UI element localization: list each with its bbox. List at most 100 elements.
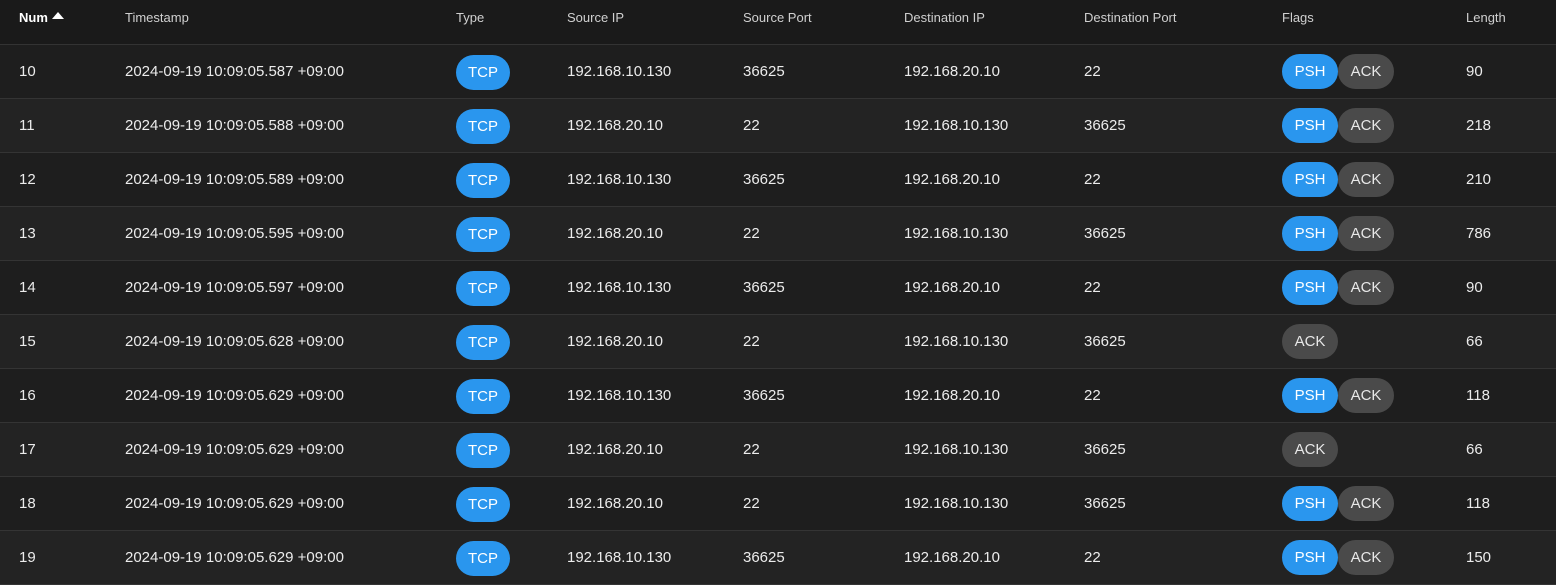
cell-length: 90 [1466,63,1483,80]
type-badge: TCP [456,540,510,576]
cell-source-ip: 192.168.10.130 [567,549,672,566]
cell-length: 66 [1466,441,1483,458]
flag-badge-ack: ACK [1338,378,1394,413]
cell-flags: PSH ACK [1282,531,1394,584]
cell-length: 150 [1466,549,1492,566]
cell-destination-ip: 192.168.10.130 [904,441,1009,458]
cell-type: TCP [456,477,510,530]
column-header-label: Num [19,10,48,25]
cell-timestamp: 2024-09-19 10:09:05.589 +09:00 [125,171,344,188]
cell-timestamp: 2024-09-19 10:09:05.597 +09:00 [125,279,344,296]
flag-badge-ack: ACK [1338,216,1394,251]
cell-destination-port: 36625 [1084,225,1126,242]
cell-timestamp: 2024-09-19 10:09:05.629 +09:00 [125,441,344,458]
table-row[interactable]: 17 2024-09-19 10:09:05.629 +09:00 TCP 192.1… [0,423,1556,477]
cell-flags: PSH ACK [1282,477,1394,530]
cell-length: 90 [1466,279,1483,296]
cell-source-ip: 192.168.20.10 [567,333,663,350]
cell-destination-ip: 192.168.20.10 [904,387,1000,404]
cell-flags: PSH ACK [1282,369,1394,422]
cell-destination-port: 22 [1084,171,1101,188]
table-body: 10 2024-09-19 10:09:05.587 +09:00 TCP 192.1… [0,45,1556,585]
cell-num: 13 [19,225,36,242]
cell-source-ip: 192.168.20.10 [567,225,663,242]
cell-destination-ip: 192.168.10.130 [904,225,1009,242]
cell-timestamp: 2024-09-19 10:09:05.587 +09:00 [125,63,344,80]
cell-num: 14 [19,279,36,296]
cell-type: TCP [456,153,510,206]
cell-type: TCP [456,423,510,476]
column-header-flags[interactable]: Flags [1282,0,1314,36]
column-header-source-port[interactable]: Source Port [743,0,812,36]
cell-source-port: 36625 [743,549,785,566]
column-header-source-ip[interactable]: Source IP [567,0,624,36]
cell-timestamp: 2024-09-19 10:09:05.629 +09:00 [125,495,344,512]
cell-num: 15 [19,333,36,350]
table-row[interactable]: 12 2024-09-19 10:09:05.589 +09:00 TCP 192.1… [0,153,1556,207]
cell-source-port: 36625 [743,171,785,188]
flag-badge-psh: PSH [1282,54,1338,89]
cell-timestamp: 2024-09-19 10:09:05.588 +09:00 [125,117,344,134]
type-badge: TCP [456,54,510,90]
cell-destination-ip: 192.168.10.130 [904,117,1009,134]
sort-ascending-icon[interactable] [51,12,64,19]
cell-num: 12 [19,171,36,188]
cell-type: TCP [456,315,510,368]
column-header-timestamp[interactable]: Timestamp [125,0,189,36]
cell-source-port: 36625 [743,387,785,404]
table-row[interactable]: 19 2024-09-19 10:09:05.629 +09:00 TCP 192.1… [0,531,1556,585]
type-badge: TCP [456,432,510,468]
cell-source-ip: 192.168.20.10 [567,495,663,512]
cell-destination-ip: 192.168.20.10 [904,171,1000,188]
cell-source-ip: 192.168.10.130 [567,387,672,404]
cell-destination-ip: 192.168.10.130 [904,333,1009,350]
table-row[interactable]: 18 2024-09-19 10:09:05.629 +09:00 TCP 192.1… [0,477,1556,531]
flag-badge-ack: ACK [1338,486,1394,521]
cell-flags: ACK [1282,315,1338,368]
cell-source-port: 22 [743,333,760,350]
column-header-length[interactable]: Length [1466,0,1506,36]
flag-badge-ack: ACK [1338,108,1394,143]
table-row[interactable]: 10 2024-09-19 10:09:05.587 +09:00 TCP 192.1… [0,45,1556,99]
cell-flags: ACK [1282,423,1338,476]
column-header-destination-port[interactable]: Destination Port [1084,0,1177,36]
column-header-destination-ip[interactable]: Destination IP [904,0,985,36]
table-row[interactable]: 14 2024-09-19 10:09:05.597 +09:00 TCP 192.1… [0,261,1556,315]
cell-destination-ip: 192.168.20.10 [904,549,1000,566]
cell-type: TCP [456,261,510,314]
flag-badge-psh: PSH [1282,378,1338,413]
flag-badge-ack: ACK [1282,432,1338,467]
cell-num: 10 [19,63,36,80]
table-row[interactable]: 16 2024-09-19 10:09:05.629 +09:00 TCP 192.1… [0,369,1556,423]
table-row[interactable]: 11 2024-09-19 10:09:05.588 +09:00 TCP 192.1… [0,99,1556,153]
column-header-type[interactable]: Type [456,0,484,36]
cell-source-ip: 192.168.20.10 [567,441,663,458]
cell-num: 16 [19,387,36,404]
cell-type: TCP [456,207,510,260]
table-row[interactable]: 15 2024-09-19 10:09:05.628 +09:00 TCP 192.1… [0,315,1556,369]
type-badge: TCP [456,216,510,252]
cell-source-ip: 192.168.10.130 [567,279,672,296]
packet-table: Num Timestamp Type Source IP Source Port… [0,0,1556,585]
table-row[interactable]: 13 2024-09-19 10:09:05.595 +09:00 TCP 192.1… [0,207,1556,261]
type-badge: TCP [456,162,510,198]
cell-timestamp: 2024-09-19 10:09:05.629 +09:00 [125,387,344,404]
cell-flags: PSH ACK [1282,261,1394,314]
cell-timestamp: 2024-09-19 10:09:05.629 +09:00 [125,549,344,566]
flag-badge-ack: ACK [1338,162,1394,197]
cell-destination-port: 22 [1084,279,1101,296]
cell-length: 118 [1466,495,1490,512]
cell-length: 210 [1466,171,1492,188]
flag-badge-psh: PSH [1282,540,1338,575]
column-header-num[interactable]: Num [19,0,64,36]
cell-source-ip: 192.168.20.10 [567,117,663,134]
type-badge: TCP [456,270,510,306]
cell-type: TCP [456,45,510,98]
cell-length: 218 [1466,117,1492,134]
flag-badge-ack: ACK [1282,324,1338,359]
cell-destination-port: 36625 [1084,441,1126,458]
cell-type: TCP [456,99,510,152]
cell-timestamp: 2024-09-19 10:09:05.595 +09:00 [125,225,344,242]
flag-badge-psh: PSH [1282,216,1338,251]
cell-destination-port: 22 [1084,387,1101,404]
